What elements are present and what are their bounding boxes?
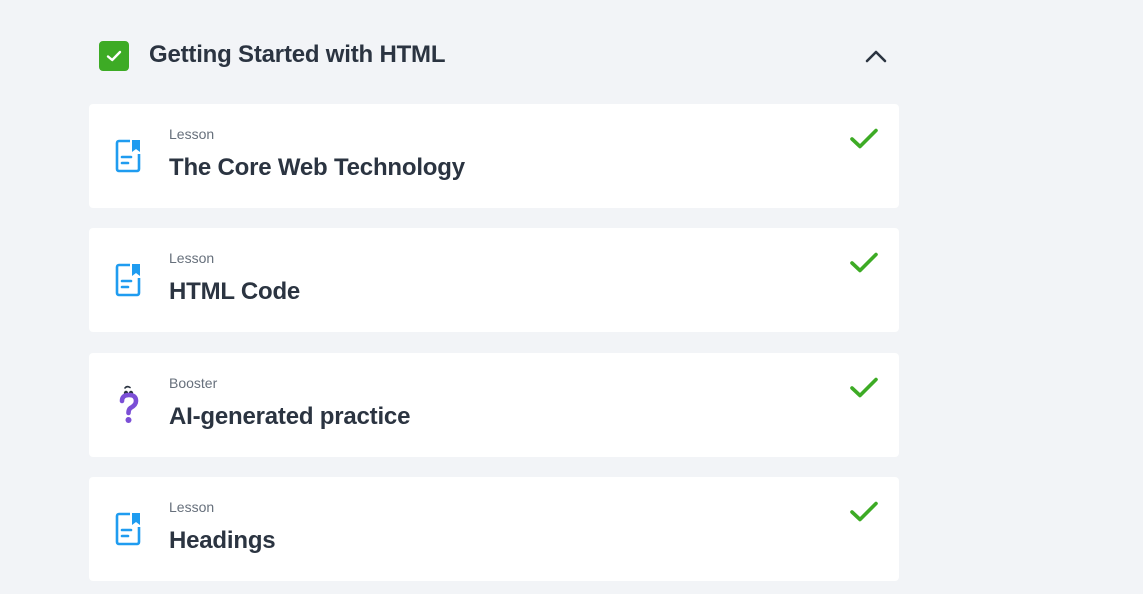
- module-section: Getting Started with HTML Lesson The Cor…: [89, 0, 899, 581]
- completed-check-icon: [850, 128, 878, 149]
- completed-check-icon: [850, 377, 878, 398]
- module-completed-checkbox: [99, 41, 129, 71]
- module-title: Getting Started with HTML: [149, 41, 446, 68]
- module-header[interactable]: Getting Started with HTML: [89, 0, 899, 104]
- module-item[interactable]: Lesson HTML Code: [89, 228, 899, 332]
- question-mark-icon: [119, 385, 139, 423]
- chevron-up-icon: [865, 50, 887, 63]
- lesson-document-icon: [115, 512, 141, 546]
- completed-check-icon: [850, 501, 878, 522]
- item-type-label: Lesson: [169, 126, 215, 142]
- module-item[interactable]: Lesson The Core Web Technology: [89, 104, 899, 208]
- module-item[interactable]: Lesson Headings: [89, 477, 899, 581]
- lesson-document-icon: [115, 263, 141, 297]
- completed-check-icon: [850, 252, 878, 273]
- module-item[interactable]: Booster AI-generated practice: [89, 353, 899, 457]
- item-type-label: Lesson: [169, 250, 215, 266]
- item-title: HTML Code: [169, 278, 301, 305]
- lesson-document-icon: [115, 139, 141, 173]
- item-type-label: Booster: [169, 375, 218, 391]
- checkmark-icon: [106, 50, 122, 62]
- item-title: AI-generated practice: [169, 403, 411, 430]
- item-title: The Core Web Technology: [169, 154, 465, 181]
- collapse-toggle-button[interactable]: [861, 42, 891, 70]
- item-type-label: Lesson: [169, 499, 215, 515]
- item-title: Headings: [169, 527, 276, 554]
